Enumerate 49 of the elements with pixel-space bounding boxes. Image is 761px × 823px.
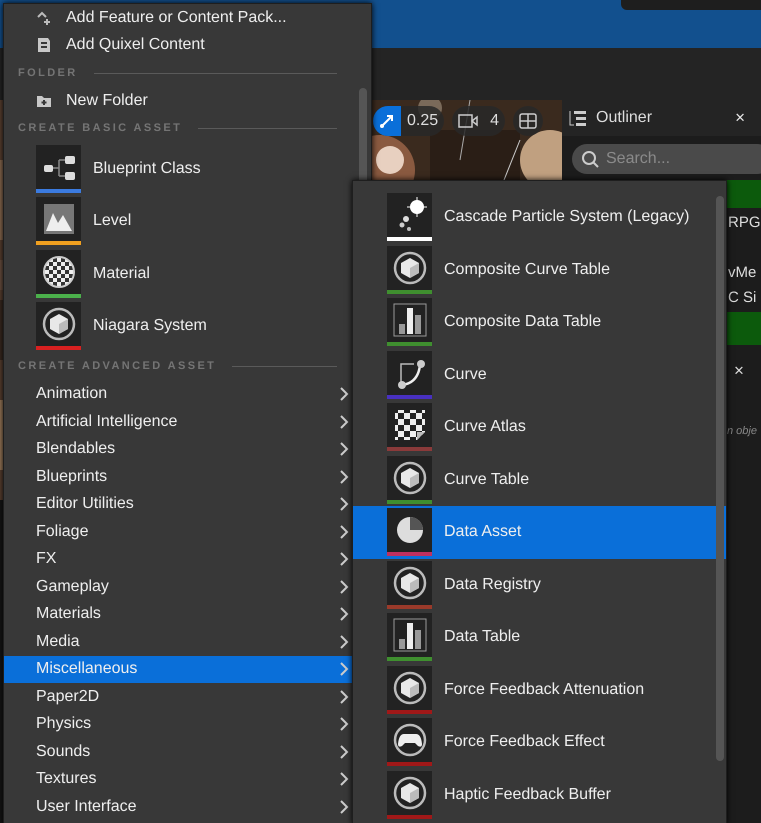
chevron-icon [339,606,349,622]
scrollbar[interactable] [716,196,724,761]
menu-item[interactable]: Add Quixel Content [4,32,371,59]
chevron-icon [339,634,349,650]
chevron-icon [339,468,349,485]
close-button[interactable]: × [734,358,744,384]
cube-icon [392,564,428,601]
section-header: CREATE BASIC ASSET [18,121,182,136]
snap-scale-button[interactable]: 0.25 [373,106,444,136]
cube-icon [392,774,428,811]
cube-icon [40,306,76,342]
chevron-icon [339,798,349,815]
plus-icon [36,10,52,26]
asset-menu-item[interactable]: Data Asset [353,506,726,558]
outliner-row-label[interactable]: C Si [728,287,756,310]
bar-chart-icon [392,617,428,654]
cube-icon [392,670,428,706]
chevron-icon [339,386,349,402]
grid-icon [519,113,538,129]
chevron-icon [339,578,349,595]
search-icon [582,151,599,168]
chevron-icon [339,414,349,430]
section-header: FOLDER [18,66,78,81]
chevron-icon [339,441,349,458]
chevron-icon [339,688,349,705]
search-field[interactable]: Search... [572,144,761,174]
gamepad-icon [392,722,428,758]
cube-icon [392,250,428,286]
outliner-tab[interactable]: Outliner × [562,100,761,136]
bar-chart-icon [392,302,428,338]
document-icon [36,37,52,54]
checker-sphere-icon [40,254,76,290]
menu-item[interactable]: New Folder [4,87,371,114]
chevron-icon [339,496,349,512]
chevron-icon [339,524,349,540]
outliner-row-label[interactable]: RPG [728,212,761,234]
chevron-icon [339,551,349,568]
chevron-icon [339,771,349,788]
camera-icon [458,112,478,130]
chevron-icon [339,744,349,760]
chevron-icon [339,661,349,678]
scale-arrow-icon [379,113,395,129]
chevron-icon [339,716,349,732]
section-header: CREATE ADVANCED ASSET [18,359,216,374]
cube-icon [392,460,428,496]
empty-hint-text: n obje [727,424,757,439]
outliner-row-label[interactable]: vMe [728,262,756,284]
outliner-icon [568,109,588,127]
close-button[interactable]: × [735,105,745,131]
